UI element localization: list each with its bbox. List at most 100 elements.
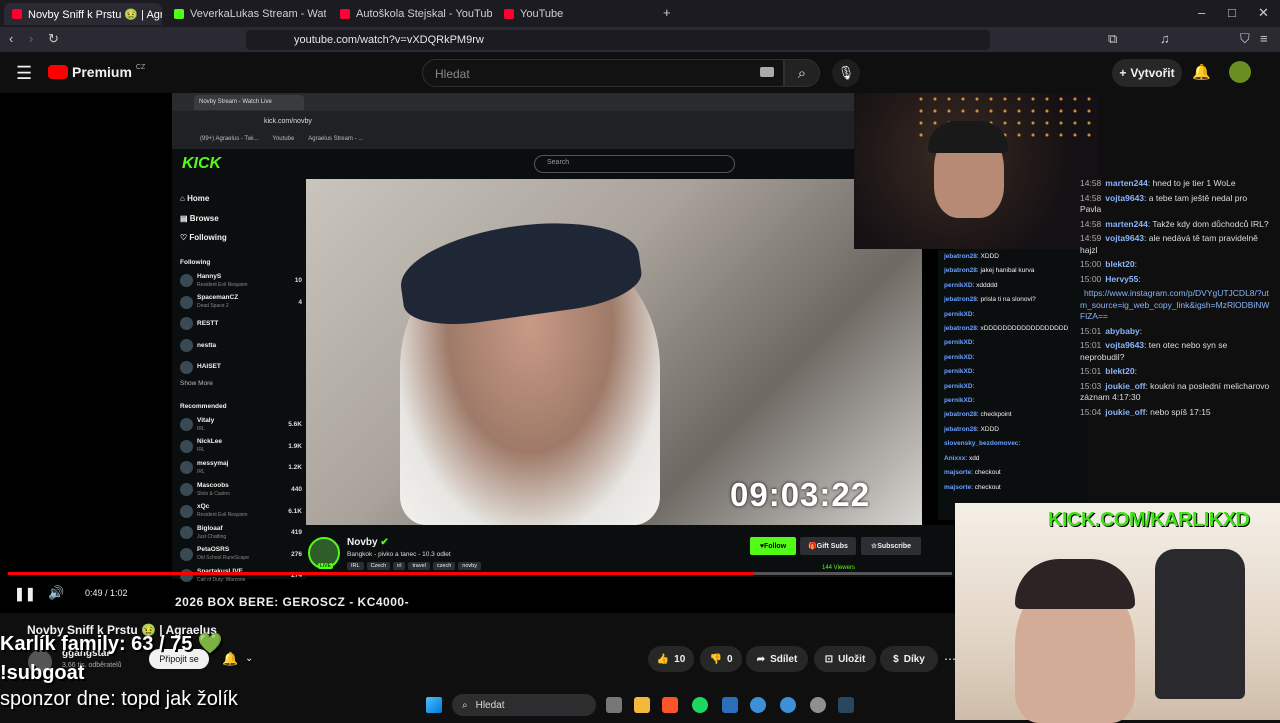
shield-icon[interactable]: ⛉ xyxy=(1240,31,1250,47)
kick-chat-message: pernikXD: xyxy=(944,336,1088,350)
chat-text: : jakej hanibal kurva xyxy=(976,267,1035,275)
channel-avatar xyxy=(180,274,193,288)
pause-icon[interactable]: ❚❚ xyxy=(14,586,36,602)
steam-icon[interactable] xyxy=(838,697,854,713)
tab-autoskola[interactable]: Autoškola Stejskal - YouTube xyxy=(332,3,492,25)
close-window-icon[interactable]: ✕ xyxy=(1258,5,1269,21)
app-icon[interactable] xyxy=(722,697,738,713)
channel-avatar xyxy=(180,439,193,453)
kick-chat-message: majsorte: checkout xyxy=(944,466,1088,480)
kick-channel-row: NickLee IRL 1.9K xyxy=(180,436,302,458)
chat-username: slovensky_bezdomovec xyxy=(944,440,1019,448)
streamer-facecam-top xyxy=(854,93,1099,249)
stream-tags: IRL Czech irl travel czech novby xyxy=(347,562,481,570)
keyboard-icon[interactable] xyxy=(760,67,774,77)
chat-username: jebatron28 xyxy=(944,296,977,304)
maximize-icon[interactable]: □ xyxy=(1228,5,1236,21)
new-tab-icon[interactable]: + xyxy=(663,5,671,21)
reload-icon[interactable]: ↻ xyxy=(48,31,59,47)
windows-start-icon[interactable] xyxy=(426,697,442,713)
youtube-favicon-icon xyxy=(12,9,22,19)
share-button[interactable]: ➦ Sdílet xyxy=(746,646,808,672)
browser-tab-bar: Novby Sniff k Prstu 🤢 | Agra ✕ VeverkaLu… xyxy=(0,0,1280,27)
channel-avatar xyxy=(180,483,193,497)
channel-category: Old School RuneScape xyxy=(197,555,249,562)
channel-info: HannyS Resident Evil Requiem xyxy=(197,273,291,289)
progress-bar[interactable] xyxy=(8,572,754,575)
taskbar-search[interactable]: ⌕ Hledat xyxy=(452,694,596,716)
kick-recommended-list: Recommended Vitaly IRL 5.6K NickLee IRL 1.9K m… xyxy=(180,403,302,587)
channel-info: HAISET xyxy=(197,363,298,371)
youtube-favicon-icon xyxy=(340,9,350,19)
thumbs-up-icon: 👍 xyxy=(656,653,670,665)
kick-channel-row: PetaOSRS Old School RuneScape 276 xyxy=(180,544,302,566)
brave-browser-icon[interactable] xyxy=(662,697,678,713)
like-count: 10 xyxy=(674,653,686,665)
address-bar[interactable]: youtube.com/watch?v=vXDQRkPM9rw xyxy=(246,30,990,50)
tab-youtube[interactable]: YouTube xyxy=(496,3,656,25)
kick-search-input: Search xyxy=(534,155,735,173)
stream-browser-tabs: Novby Stream - Watch Live xyxy=(172,93,860,111)
music-icon[interactable]: ♫ xyxy=(1160,31,1170,47)
chat-message: 15:01 blekt20: xyxy=(1080,366,1270,378)
chat-text: : nebo spíš 17:15 xyxy=(1145,406,1211,417)
search-input[interactable]: Hledat xyxy=(422,59,784,87)
dislike-button[interactable]: 👎 0 xyxy=(700,646,742,672)
chat-text: https://www.instagram.com/p/DVYgUTJCDL8/… xyxy=(1080,288,1270,321)
save-button[interactable]: ⊡ Uložit xyxy=(814,646,876,672)
chat-timestamp: 14:58 xyxy=(1080,218,1102,229)
forward-icon[interactable]: › xyxy=(29,31,33,47)
avatar[interactable] xyxy=(1229,61,1251,83)
like-button[interactable]: 👍 10 xyxy=(648,646,694,672)
minimize-icon[interactable]: – xyxy=(1198,5,1205,21)
chat-username: jebatron28 xyxy=(944,267,977,275)
file-explorer-icon[interactable] xyxy=(634,697,650,713)
taskbar-search-label: Hledat xyxy=(475,699,505,711)
bell-icon[interactable]: 🔔 xyxy=(222,651,238,667)
obs-icon[interactable] xyxy=(810,697,826,713)
kick-chat-message: slovensky_bezdomovec: xyxy=(944,437,1088,451)
chat-text: : xyxy=(1134,259,1137,269)
tab-youtube-video[interactable]: Novby Sniff k Prstu 🤢 | Agra ✕ xyxy=(4,3,162,25)
volume-icon[interactable]: 🔊 xyxy=(48,585,64,601)
stream-tag: novby xyxy=(458,562,481,570)
webcam-cap xyxy=(1015,559,1135,609)
stream-timer: 09:03:22 xyxy=(730,476,871,513)
save-label: Uložit xyxy=(838,653,866,665)
chat-username: marten244 xyxy=(1105,178,1148,188)
chat-username: joukie_off xyxy=(1105,380,1146,391)
channel-category: Dead Space 2 xyxy=(197,303,229,310)
chat-username: blekt20 xyxy=(1105,259,1135,269)
extensions-icon[interactable]: ⧉ xyxy=(1108,31,1117,47)
task-view-icon[interactable] xyxy=(606,697,622,713)
thanks-button[interactable]: $ Díky xyxy=(880,646,938,672)
channel-category: Resident Evil Requiem xyxy=(197,512,248,519)
channel-avatar xyxy=(180,461,193,475)
kick-channel-row: RESTT xyxy=(180,313,302,335)
viewer-count: 1.9K xyxy=(288,442,302,450)
viewer-count: 144 Viewers xyxy=(822,565,855,571)
ccleaner-icon[interactable] xyxy=(780,697,796,713)
chat-username: vojta9643 xyxy=(1105,233,1145,243)
chat-username: joukie_off xyxy=(1105,406,1146,417)
youtube-logo[interactable]: Premium CZ xyxy=(48,64,145,80)
spotify-icon[interactable] xyxy=(692,697,708,713)
menu-icon[interactable]: ≡ xyxy=(1260,31,1268,47)
chat-message: https://www.instagram.com/p/DVYgUTJCDL8/… xyxy=(1080,288,1270,323)
chat-text: : xyxy=(1134,366,1137,376)
tab-kick[interactable]: VeverkaLukas Stream - Watch Live or xyxy=(166,3,326,25)
channel-avatar xyxy=(180,339,193,353)
viewer-count: 5.6K xyxy=(288,421,302,429)
ccleaner-icon[interactable] xyxy=(750,697,766,713)
back-icon[interactable]: ‹ xyxy=(9,31,13,47)
voice-search-button[interactable]: 🎙 xyxy=(832,59,860,87)
more-actions-icon[interactable]: ⋯ xyxy=(944,652,956,666)
hamburger-menu-icon[interactable]: ☰ xyxy=(16,63,32,84)
chevron-down-icon[interactable]: ⌄ xyxy=(245,653,253,664)
search-button[interactable]: ⌕ xyxy=(784,59,820,87)
kick-nav-following: ♡ Following xyxy=(180,233,227,242)
notifications-bell-icon[interactable]: 🔔 xyxy=(1192,63,1211,81)
chat-text: : xyxy=(1138,273,1141,284)
streamer-webcam xyxy=(955,503,1280,723)
create-button[interactable]: + Vytvořit xyxy=(1112,59,1182,87)
